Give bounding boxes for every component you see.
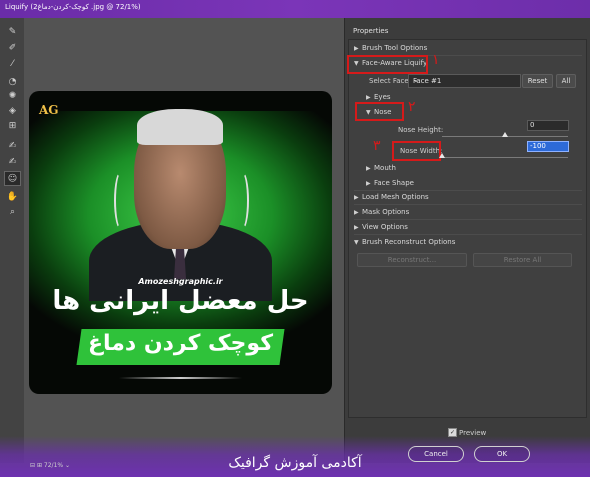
section-mouth[interactable]: ▶ Mouth: [366, 164, 396, 172]
hand-icon[interactable]: ✋: [5, 190, 20, 203]
select-face-dropdown[interactable]: Face #1 ⌄: [408, 74, 521, 88]
section-load-mesh-options[interactable]: ▶ Load Mesh Options: [354, 193, 429, 201]
properties-title: Properties: [353, 27, 389, 35]
annotation-2: ۲: [408, 99, 416, 115]
headline-1: حل معضل ایرانی ها: [52, 286, 309, 316]
nose-height-label: Nose Height:: [398, 126, 444, 134]
section-label: Eyes: [374, 93, 391, 101]
face-bracket-right: [235, 171, 249, 230]
section-eyes[interactable]: ▶ Eyes: [366, 93, 391, 101]
decorative-underline: [119, 377, 242, 379]
window-title: Liquify (2کوچک-کردن-دماغ .jpg @ 72/1%): [5, 3, 141, 11]
bloat-icon[interactable]: ◈: [5, 104, 20, 117]
pucker-icon[interactable]: ✺: [5, 89, 20, 102]
nose-width-slider-thumb[interactable]: [439, 153, 445, 158]
select-face-label: Select Face:: [369, 77, 412, 85]
chevron-right-icon: ▶: [366, 94, 371, 101]
highlight-box-3: [392, 141, 441, 161]
section-label: Brush Reconstruct Options: [362, 238, 456, 246]
smooth-icon[interactable]: ⁄: [5, 57, 20, 70]
section-label: Load Mesh Options: [362, 193, 429, 201]
annotation-3: ۳: [373, 138, 381, 154]
ok-button[interactable]: OK: [474, 446, 530, 462]
site-url: Amozeshgraphic.ir: [138, 277, 223, 286]
restore-all-button[interactable]: Restore All: [473, 253, 572, 267]
liquify-toolbar: ✎ ✐ ⁄ ◔ ✺ ◈ ⊞ ✍ ✍ ☺ ✋ ⌕: [0, 18, 25, 463]
section-mask-options[interactable]: ▶ Mask Options: [354, 208, 409, 216]
reset-button[interactable]: Reset: [522, 74, 553, 88]
nose-width-field[interactable]: -100: [527, 141, 569, 152]
chevron-right-icon: ▶: [354, 209, 359, 216]
artwork-image: AG Amozeshgraphic.ir حل معضل ایرانی ها ک…: [29, 91, 332, 394]
section-face-shape[interactable]: ▶ Face Shape: [366, 179, 414, 187]
divider: [354, 219, 582, 220]
twirl-icon[interactable]: ◔: [5, 75, 20, 88]
section-label: View Options: [362, 223, 408, 231]
face-tool-icon[interactable]: ☺: [4, 171, 21, 186]
section-label: Brush Tool Options: [362, 44, 428, 52]
section-label: Mouth: [374, 164, 396, 172]
reconstruct-icon[interactable]: ✐: [5, 41, 20, 54]
nose-height-field[interactable]: 0: [527, 120, 569, 131]
nose-width-slider[interactable]: [442, 157, 568, 158]
brand-logo: AG: [39, 103, 59, 117]
section-view-options[interactable]: ▶ View Options: [354, 223, 408, 231]
thaw-mask-icon[interactable]: ✍: [5, 155, 20, 168]
chevron-right-icon: ▶: [366, 165, 371, 172]
reconstruct-button[interactable]: Reconstruct...: [357, 253, 467, 267]
face-bracket-left: [114, 171, 128, 230]
zoom-icon[interactable]: ⌕: [5, 205, 20, 218]
divider: [354, 190, 582, 191]
section-label: Face Shape: [374, 179, 414, 187]
section-brush-tool-options[interactable]: ▶ Brush Tool Options: [354, 44, 427, 52]
chevron-right-icon: ▶: [354, 45, 359, 52]
freeze-mask-icon[interactable]: ✍: [5, 139, 20, 152]
annotation-1: ۱: [432, 52, 440, 68]
highlight-box-1: [347, 55, 428, 74]
push-left-icon[interactable]: ⊞: [5, 119, 20, 132]
highlight-box-2: [355, 102, 404, 121]
preview-checkbox[interactable]: ✓: [448, 428, 457, 437]
divider: [354, 204, 582, 205]
portrait-hair: [137, 109, 223, 145]
window-titlebar: Liquify (2کوچک-کردن-دماغ .jpg @ 72/1%): [0, 0, 590, 18]
cancel-button[interactable]: Cancel: [408, 446, 464, 462]
divider: [354, 234, 582, 235]
section-label: Mask Options: [362, 208, 410, 216]
section-brush-reconstruct-options[interactable]: ▼ Brush Reconstruct Options: [354, 238, 455, 246]
all-button[interactable]: All: [556, 74, 576, 88]
nose-height-slider-thumb[interactable]: [502, 132, 508, 137]
chevron-right-icon: ▶: [354, 224, 359, 231]
chevron-down-icon: ⌄: [413, 76, 419, 84]
chevron-right-icon: ▶: [354, 194, 359, 201]
headline-2: کوچک کردن دماغ: [87, 331, 274, 356]
forward-warp-icon[interactable]: ✎: [5, 25, 20, 38]
chevron-right-icon: ▶: [366, 180, 371, 187]
chevron-down-icon: ▼: [354, 239, 359, 246]
preview-label: Preview: [459, 429, 487, 437]
